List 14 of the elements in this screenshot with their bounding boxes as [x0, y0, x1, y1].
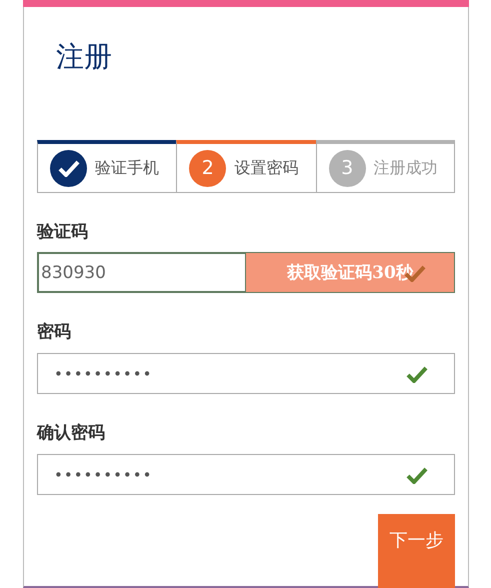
code-field[interactable]: 830930 — [37, 252, 245, 293]
page-title: 注册 — [56, 40, 113, 74]
check-icon — [58, 159, 80, 177]
password-field[interactable]: •••••••••• — [37, 353, 455, 394]
step-label: 注册成功 — [374, 158, 438, 178]
step-circle: 2 — [189, 150, 226, 186]
field-label: 密码 — [37, 321, 72, 343]
field-label: 验证码 — [37, 221, 89, 243]
step-label: 验证手机 — [95, 158, 159, 178]
step-circle: 3 — [328, 150, 366, 186]
password-field[interactable]: •••••••••• — [37, 454, 455, 495]
field-label: 确认密码 — [37, 422, 106, 444]
next-button[interactable]: 下一步 — [378, 514, 455, 588]
step-label: 设置密码 — [234, 158, 298, 178]
